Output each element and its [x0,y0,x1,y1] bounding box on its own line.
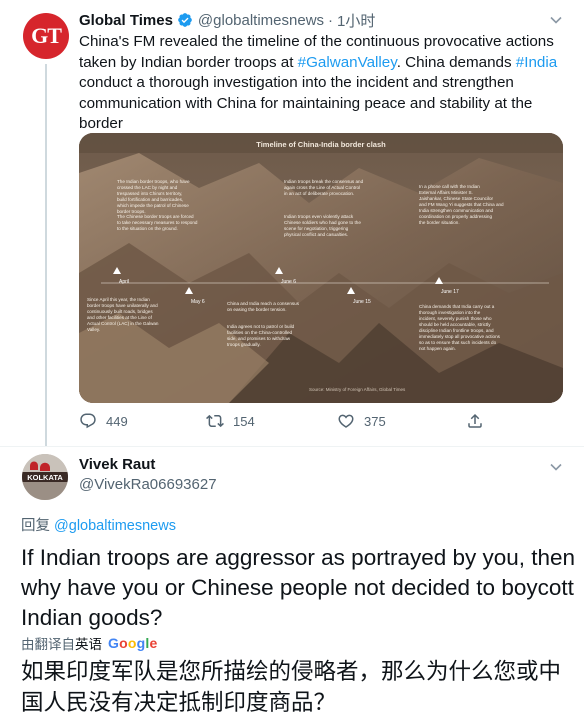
timeline-date-label: June 17 [441,289,459,295]
tweet-global-times[interactable]: GT Global Times @globaltimesnews · 1小时 C… [0,0,584,446]
tweet-actions: 449 154 375 [79,412,499,436]
reply-count: 449 [106,413,128,429]
replying-to-label: 回复 [21,518,55,534]
tweet-text: China's FM revealed the timeline of the … [79,32,571,135]
translate-source-language: 英语 [75,637,102,652]
tweet-timestamp[interactable]: 1小时 [337,10,375,31]
reply-button[interactable]: 449 [79,412,128,430]
retweet-count: 154 [233,413,255,429]
reply-text: If Indian troops are aggressor as portra… [21,545,576,630]
tweet-header: Global Times @globaltimesnews · 1小时 [79,10,375,30]
tweet-image-infographic[interactable]: Timeline of China-India border clash Apr… [79,133,563,403]
hashtag-link[interactable]: #India [516,54,557,71]
timeline-date-label: June 6 [281,279,296,285]
hashtag-link[interactable]: #GalwanValley [298,54,397,71]
separator-dot: · [328,11,334,29]
timeline-date-label: June 15 [353,299,371,305]
retweet-icon [206,414,224,428]
reply-author-name[interactable]: Vivek Raut [79,456,155,473]
author-handle[interactable]: @globaltimesnews [198,12,324,29]
translated-text: 如果印度军队是您所描绘的侵略者，那么为什么您或中国人民没有决定抵制印度商品？ [21,659,562,716]
retweet-button[interactable]: 154 [206,412,255,430]
timeline-note: Indian troops break the consensus and aga… [284,179,364,196]
translation-attribution[interactable]: 由翻译自 英语 Google [21,633,157,653]
avatar-global-times[interactable]: GT [23,13,69,59]
tweet-text-segment: . China demands [396,53,516,71]
share-button[interactable] [466,412,493,430]
timeline-date-label: May 6 [191,299,205,305]
infographic-title: Timeline of China-India border clash [256,140,386,149]
avatar-logo-text: GT [31,23,62,48]
replying-to-handle[interactable]: @globaltimesnews [54,518,176,534]
tweet-text-segment: conduct a thorough investigation into th… [79,74,533,132]
avatar-vivek-raut[interactable]: KOLKATA [22,454,68,500]
verified-badge-icon [178,13,192,27]
replying-to: 回复 @globaltimesnews [21,514,176,535]
like-icon [338,414,354,428]
translate-label: 由翻译自 [21,637,75,652]
infographic-source: Source: Ministry of Foreign Affairs, Glo… [309,387,406,392]
reply-author-handle[interactable]: @VivekRa06693627 [79,476,217,493]
thread-line [45,64,47,446]
chevron-down-icon[interactable] [549,13,563,27]
like-button[interactable]: 375 [337,412,386,430]
like-count: 375 [364,413,386,429]
share-icon [468,413,482,428]
infographic: Timeline of China-India border clash Apr… [79,133,563,403]
tweet-divider [0,446,584,447]
avatar-image: KOLKATA [22,454,68,500]
avatar-kolkata-text: KOLKATA [27,473,63,482]
google-logo: Google [108,635,158,651]
reply-icon [80,413,96,429]
chevron-down-icon[interactable] [549,460,563,474]
author-name[interactable]: Global Times [79,12,173,29]
timeline-date-label: April [119,279,129,285]
